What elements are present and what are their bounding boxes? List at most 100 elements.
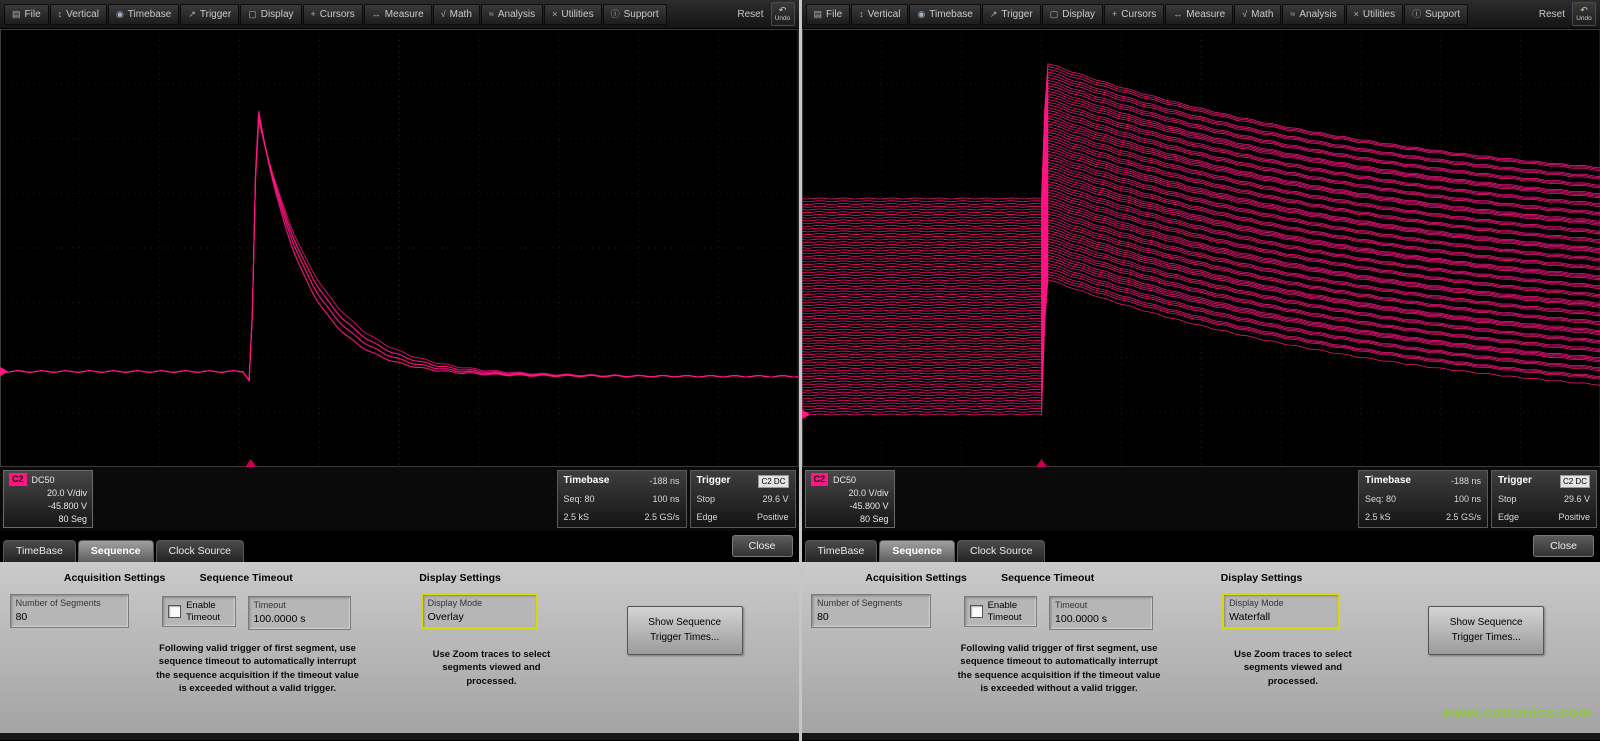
vertical-icon: ↕ <box>859 10 864 19</box>
number-of-segments-field[interactable]: Number of Segments 80 <box>10 594 130 628</box>
timeout-field[interactable]: Timeout 100.0000 s <box>1049 596 1153 630</box>
menu-label: Timebase <box>128 9 172 20</box>
menu-item-display[interactable]: ▢Display <box>240 4 301 25</box>
enable-timeout-checkbox[interactable] <box>970 605 983 618</box>
tab-timebase[interactable]: TimeBase <box>3 540 76 562</box>
menu-item-vertical[interactable]: ↕ Vertical <box>851 4 908 25</box>
timebase-descriptor[interactable]: Timebase-188 ns Seq: 80100 ns 2.5 kS2.5 … <box>1358 470 1488 528</box>
menu-label: Analysis <box>1299 9 1336 20</box>
file-icon: ▤ <box>12 10 21 19</box>
tab-timebase[interactable]: TimeBase <box>805 540 878 562</box>
tab-sequence[interactable]: Sequence <box>879 540 955 562</box>
menu-item-file[interactable]: ▤File <box>4 4 49 25</box>
menu-label: File <box>826 9 842 20</box>
display-mode-field[interactable]: Display Mode Overlay <box>422 594 538 628</box>
menu-item-trigger[interactable]: ↗Trigger <box>982 4 1041 25</box>
menu-item-timebase[interactable]: ◉Timebase <box>909 4 980 25</box>
menu-item-utilities[interactable]: ×Utilities <box>1346 4 1404 25</box>
display-icon: ▢ <box>1050 10 1059 19</box>
menu-item-math[interactable]: √Math <box>433 4 480 25</box>
menu-bar: ▤File ↕ Vertical ◉Timebase ↗Trigger ▢Disp… <box>802 0 1600 29</box>
menu-label: Measure <box>1186 9 1225 20</box>
utilities-icon: × <box>552 10 557 19</box>
timebase-seq: Seq: 80 <box>1365 493 1396 506</box>
menu-item-analysis[interactable]: ≈Analysis <box>1282 4 1344 25</box>
tab-clock-source[interactable]: Clock Source <box>156 540 244 562</box>
trigger-descriptor[interactable]: TriggerC2 DC Stop29.6 V EdgePositive <box>690 470 796 528</box>
trigger-level: 29.6 V <box>1564 493 1590 506</box>
tab-clock-source[interactable]: Clock Source <box>957 540 1045 562</box>
show-sequence-trigger-times-button[interactable]: Show Sequence Trigger Times... <box>627 606 743 655</box>
channel-scale: 20.0 V/div <box>811 488 889 499</box>
descriptor-right-group: Timebase-188 ns Seq: 80100 ns 2.5 kS2.5 … <box>1358 470 1597 528</box>
vertical-icon: ↕ <box>58 10 63 19</box>
timebase-perdiv: 100 ns <box>652 493 679 506</box>
display-note: Use Zoom traces to select segments viewe… <box>422 648 562 688</box>
menu-label: Analysis <box>498 9 535 20</box>
trigger-descriptor[interactable]: TriggerC2 DC Stop29.6 V EdgePositive <box>1491 470 1597 528</box>
menu-item-vertical[interactable]: ↕Vertical <box>50 4 107 25</box>
menu-label: Timebase <box>929 9 973 20</box>
trigger-source-badge: C2 DC <box>758 475 788 488</box>
enable-timeout-field[interactable]: Enable Timeout <box>964 596 1037 627</box>
channel-descriptor[interactable]: C2 DC50 20.0 V/div -45.800 V 80 Seg <box>3 470 93 528</box>
reset-button[interactable]: Reset <box>737 9 763 20</box>
trigger-slope: Positive <box>757 511 789 524</box>
menu-item-math[interactable]: √Math <box>1234 4 1281 25</box>
menu-item-utilities[interactable]: ×Utilities <box>544 4 602 25</box>
menu-label: Vertical <box>868 9 901 20</box>
trigger-title: Trigger <box>1498 474 1532 488</box>
enable-timeout-checkbox[interactable] <box>168 605 181 618</box>
menu-label: Cursors <box>1121 9 1156 20</box>
menu-item-analysis[interactable]: ≈ Analysis <box>481 4 543 25</box>
trigger-mode: Stop <box>697 493 716 506</box>
cursors-icon: + <box>1112 10 1117 19</box>
display-mode-label: Display Mode <box>1229 598 1333 608</box>
timebase-samples: 2.5 kS <box>564 511 590 524</box>
math-icon: √ <box>1242 10 1247 19</box>
menu-item-measure[interactable]: ↔Measure <box>364 4 432 25</box>
trigger-source-badge: C2 DC <box>1560 475 1590 488</box>
menu-item-support[interactable]: ⓘSupport <box>603 4 667 25</box>
undo-button[interactable]: ↶ Undo <box>771 2 795 26</box>
display-mode-field[interactable]: Display Mode Waterfall <box>1223 594 1339 628</box>
menu-item-cursors[interactable]: +Cursors <box>303 4 363 25</box>
menu-label: Math <box>450 9 472 20</box>
undo-button[interactable]: ↶ Undo <box>1572 2 1596 26</box>
close-button[interactable]: Close <box>1533 535 1594 557</box>
timebase-samples: 2.5 kS <box>1365 511 1391 524</box>
dual-scope-app: ▤File ↕Vertical ◉Timebase ↗Trigger ▢Disp… <box>0 0 1600 741</box>
timebase-seq: Seq: 80 <box>564 493 595 506</box>
channel-scale: 20.0 V/div <box>9 488 87 499</box>
undo-label: Undo <box>775 15 791 22</box>
timeout-value: 100.0000 s <box>254 613 346 625</box>
number-of-segments-field[interactable]: Number of Segments 80 <box>811 594 931 628</box>
channel-segments: 80 Seg <box>811 514 889 525</box>
timeout-label: Timeout <box>254 600 346 610</box>
tab-sequence[interactable]: Sequence <box>78 540 154 562</box>
reset-button[interactable]: Reset <box>1539 9 1565 20</box>
display-mode-value: Waterfall <box>1229 611 1333 623</box>
channel-descriptor[interactable]: C2 DC50 20.0 V/div -45.800 V 80 Seg <box>805 470 895 528</box>
channel-coupling: DC50 <box>32 475 55 485</box>
menu-item-measure[interactable]: ↔Measure <box>1165 4 1233 25</box>
analysis-icon: ≈ <box>489 10 494 19</box>
bottom-strip <box>802 733 1600 740</box>
support-icon: ⓘ <box>1412 10 1421 19</box>
show-sequence-trigger-times-button[interactable]: Show Sequence Trigger Times... <box>1428 606 1544 655</box>
menu-item-timebase[interactable]: ◉Timebase <box>108 4 179 25</box>
waveform-display[interactable] <box>0 29 799 467</box>
menu-item-support[interactable]: ⓘSupport <box>1404 4 1468 25</box>
menu-item-trigger[interactable]: ↗Trigger <box>180 4 239 25</box>
menu-item-display[interactable]: ▢Display <box>1042 4 1103 25</box>
tab-bar: TimeBase Sequence Clock Source Close <box>0 531 799 562</box>
file-icon: ▤ <box>814 10 823 19</box>
timeout-field[interactable]: Timeout 100.0000 s <box>248 596 352 630</box>
menu-item-cursors[interactable]: + Cursors <box>1104 4 1164 25</box>
close-button[interactable]: Close <box>732 535 793 557</box>
enable-timeout-field[interactable]: Enable Timeout <box>162 596 235 627</box>
timebase-descriptor[interactable]: Timebase-188 ns Seq: 80100 ns 2.5 kS2.5 … <box>557 470 687 528</box>
waveform-display[interactable] <box>802 29 1600 467</box>
display-settings-title: Display Settings <box>419 572 501 584</box>
menu-item-file[interactable]: ▤File <box>806 4 851 25</box>
